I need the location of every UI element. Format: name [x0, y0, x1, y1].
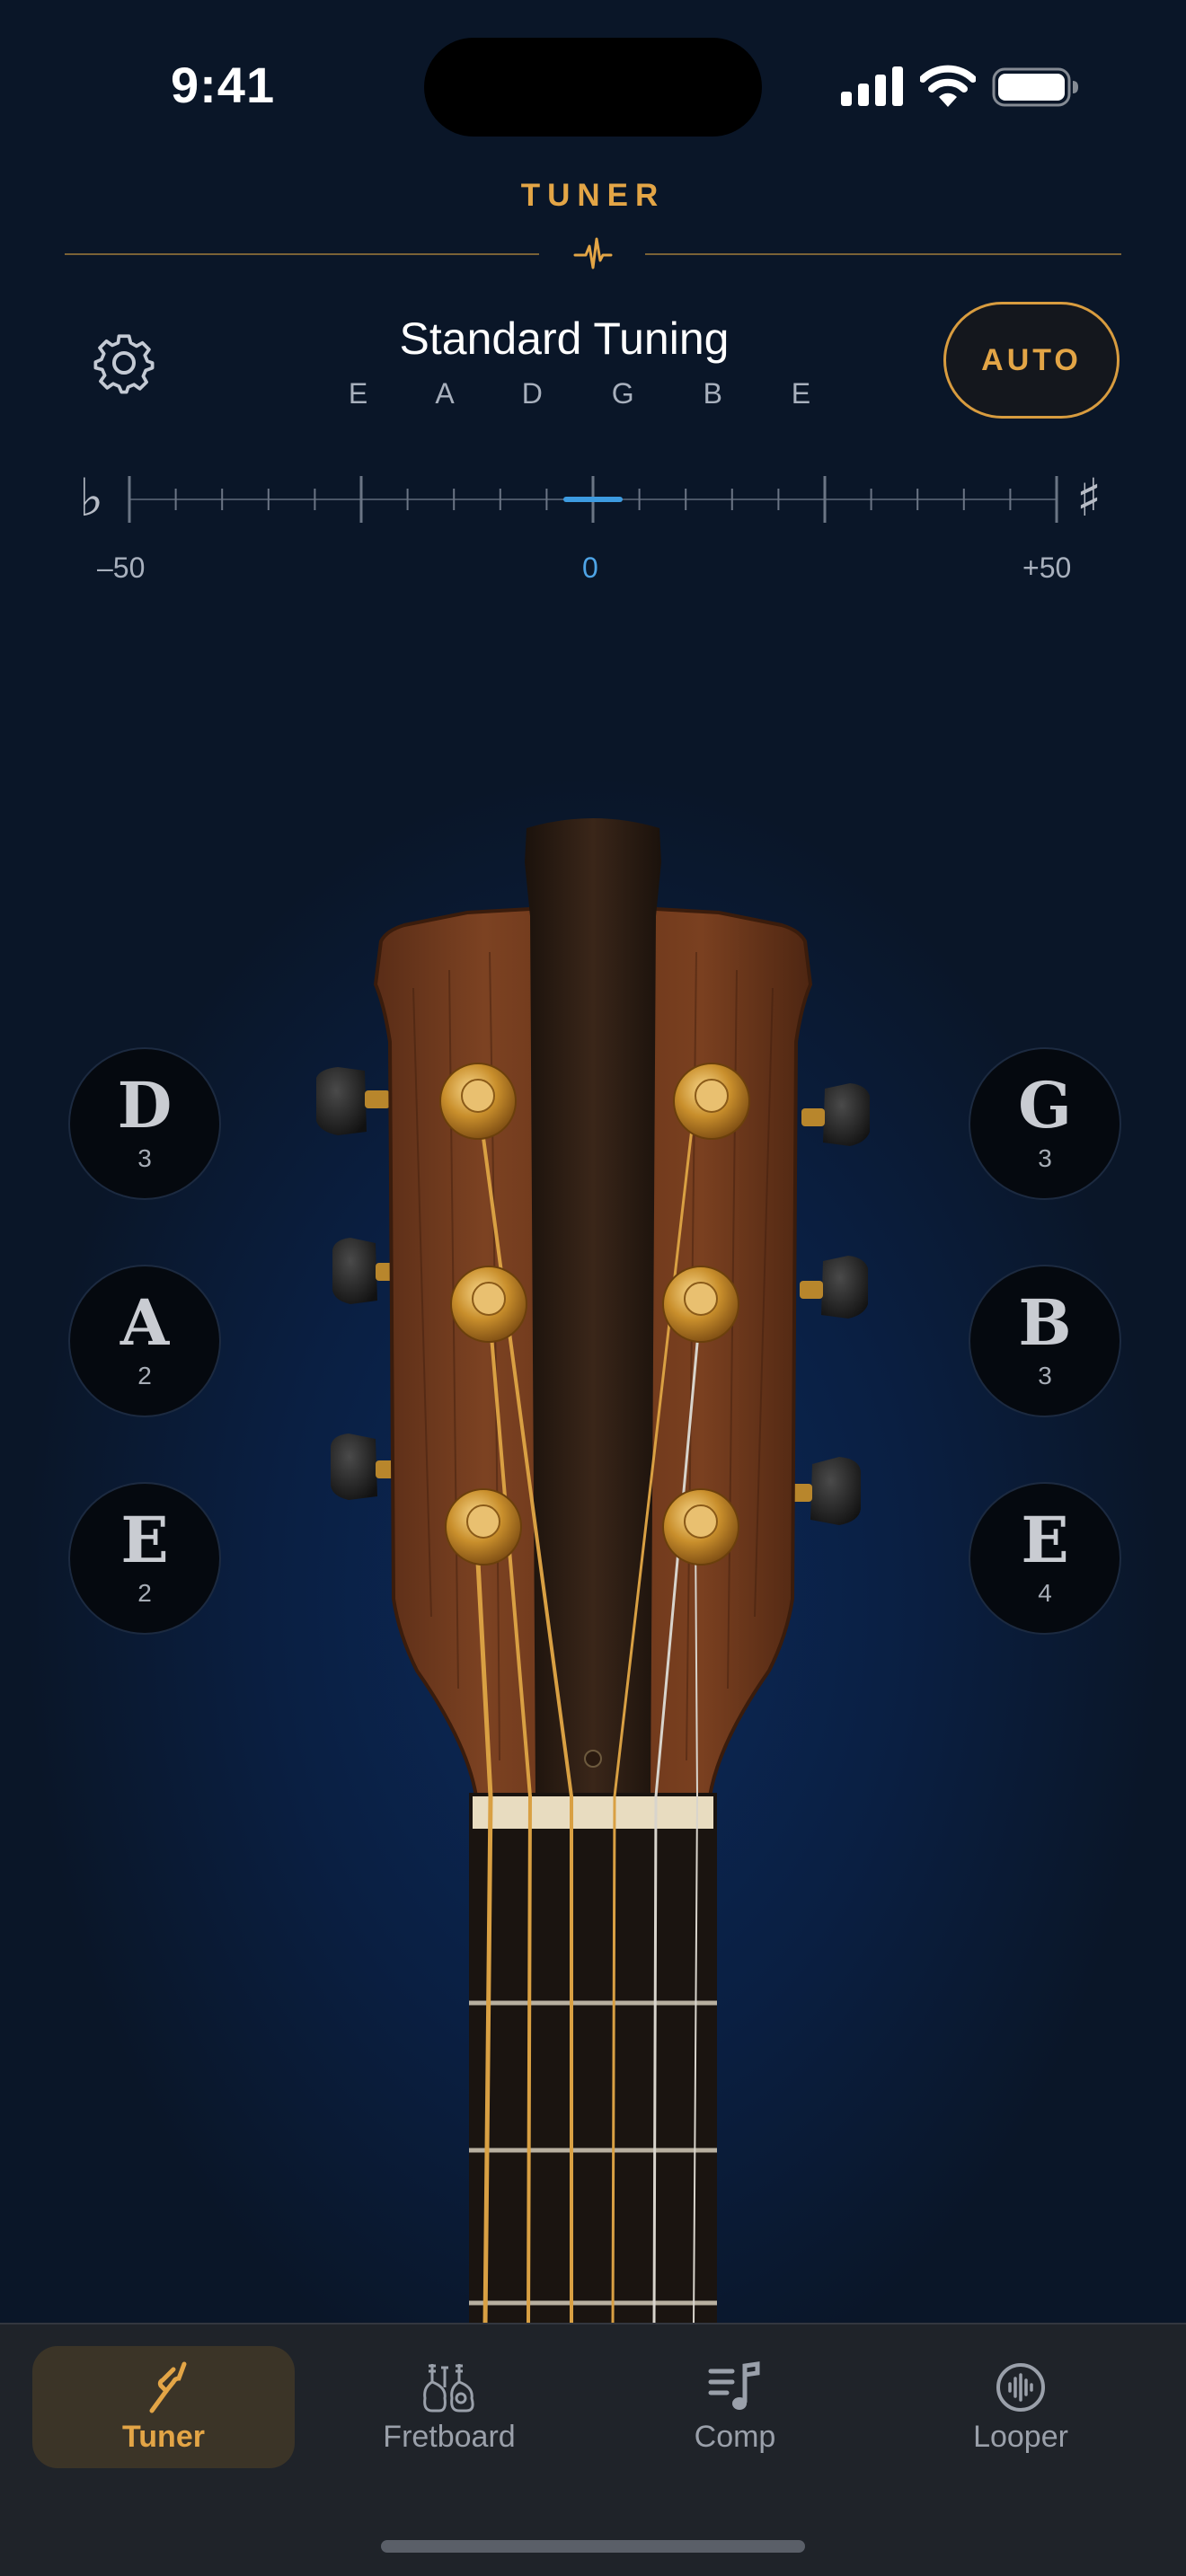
- sharp-symbol: ♯: [1076, 467, 1102, 528]
- string-octave: 4: [1038, 1579, 1052, 1607]
- tab-tuner[interactable]: Tuner: [32, 2346, 295, 2468]
- string-octave: 3: [1038, 1144, 1052, 1172]
- tuning-fork-icon: [149, 2361, 187, 2413]
- string-button-b3[interactable]: B 3: [969, 1265, 1121, 1417]
- string-note: G: [1018, 1068, 1072, 1142]
- guitars-icon: [423, 2363, 474, 2412]
- tab-label: Fretboard: [383, 2419, 516, 2454]
- string-note: A: [119, 1285, 170, 1360]
- cents-meter: [128, 476, 1058, 523]
- tab-bar: Tuner Fretboard Comp Looper: [0, 2323, 1186, 2576]
- home-indicator: [381, 2540, 805, 2553]
- battery-icon: [992, 67, 1078, 107]
- flat-symbol: ♭: [79, 467, 104, 528]
- meter-min-label: –50: [97, 551, 146, 584]
- string-octave: 2: [137, 1579, 152, 1607]
- string-button-e2[interactable]: E 2: [68, 1482, 221, 1635]
- waveform-icon: [573, 237, 613, 269]
- tab-comp[interactable]: Comp: [604, 2346, 866, 2468]
- string-button-g3[interactable]: G 3: [969, 1047, 1121, 1200]
- string-note: B: [1018, 1285, 1072, 1360]
- status-time: 9:41: [171, 57, 276, 113]
- meter-max-label: +50: [1022, 551, 1072, 584]
- tab-label: Comp: [694, 2419, 776, 2454]
- string-button-a2[interactable]: A 2: [68, 1265, 221, 1417]
- wifi-icon: [920, 65, 976, 107]
- tab-fretboard[interactable]: Fretboard: [318, 2346, 580, 2468]
- string-note: E: [120, 1503, 169, 1577]
- waveform-circle-icon: [996, 2362, 1045, 2412]
- auto-button[interactable]: AUTO: [943, 302, 1120, 419]
- tab-looper[interactable]: Looper: [890, 2346, 1152, 2468]
- music-list-icon: [708, 2360, 760, 2410]
- cellular-signal-icon: [841, 66, 903, 106]
- string-octave: 2: [137, 1362, 152, 1389]
- string-note: E: [1021, 1503, 1069, 1577]
- page-title: TUNER: [520, 178, 666, 213]
- string-note: D: [117, 1068, 173, 1142]
- tab-label: Tuner: [122, 2419, 205, 2454]
- tab-label: Looper: [973, 2419, 1068, 2454]
- string-button-e4[interactable]: E 4: [969, 1482, 1121, 1635]
- string-button-d3[interactable]: D 3: [68, 1047, 221, 1200]
- string-octave: 3: [1038, 1362, 1052, 1389]
- header-divider-right: [645, 253, 1121, 255]
- header-divider-left: [65, 253, 539, 255]
- dynamic-island: [424, 38, 762, 137]
- meter-zero-label: 0: [582, 551, 598, 584]
- guitar-headstock-image: [316, 818, 870, 2326]
- string-octave: 3: [137, 1144, 152, 1172]
- tuner-screen: 9:41 TUNER Standard Tuning E A D G B E A…: [0, 0, 1186, 2576]
